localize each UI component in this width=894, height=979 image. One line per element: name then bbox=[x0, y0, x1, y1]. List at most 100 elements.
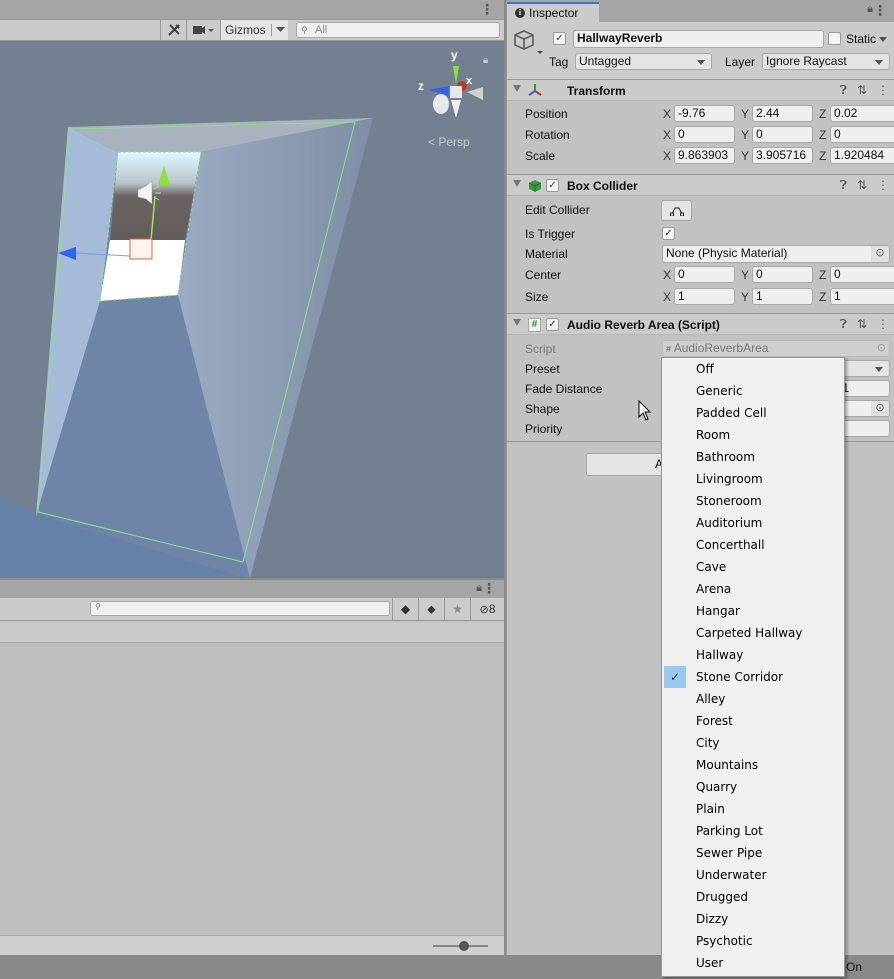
preset-option[interactable]: User bbox=[662, 952, 844, 974]
preset-option[interactable]: Plain bbox=[662, 798, 844, 820]
preset-option[interactable]: Sewer Pipe bbox=[662, 842, 844, 864]
component-menu-kebab-icon[interactable]: ⋮ bbox=[877, 83, 889, 98]
y-value-input[interactable]: 1 bbox=[752, 288, 813, 305]
gizmo-neg-y-cone[interactable] bbox=[451, 100, 461, 118]
tools-button[interactable] bbox=[160, 20, 186, 40]
y-value-input[interactable]: 0 bbox=[752, 266, 813, 283]
y-value-input[interactable]: 0 bbox=[752, 126, 813, 143]
preset-option[interactable]: Underwater bbox=[662, 864, 844, 886]
preset-option[interactable]: Concerthall bbox=[662, 534, 844, 556]
preset-option[interactable]: Mountains bbox=[662, 754, 844, 776]
gameobject-icon[interactable] bbox=[513, 28, 543, 56]
project-content-area[interactable] bbox=[0, 644, 504, 935]
hidden-packages-toggle[interactable]: ⊘ 8 bbox=[470, 598, 504, 620]
presets-icon[interactable]: ⇅ bbox=[857, 178, 867, 193]
preset-option[interactable]: Carpeted Hallway bbox=[662, 622, 844, 644]
presets-icon[interactable]: ⇅ bbox=[857, 317, 867, 332]
preset-option[interactable]: Drugged bbox=[662, 886, 844, 908]
layer-dropdown[interactable]: Ignore Raycast bbox=[762, 53, 890, 70]
preset-option[interactable]: Padded Cell bbox=[662, 402, 844, 424]
axis-x-label[interactable]: X bbox=[663, 268, 671, 282]
object-picker-icon[interactable]: ⊙ bbox=[871, 401, 889, 416]
box-collider-enabled-checkbox[interactable]: ✓ bbox=[546, 179, 559, 192]
icon-size-slider-thumb[interactable] bbox=[459, 941, 469, 951]
scene-menu-kebab-icon[interactable]: ⋮ bbox=[480, 1, 494, 18]
preset-option[interactable]: Hangar bbox=[662, 600, 844, 622]
preset-option[interactable]: Parking Lot bbox=[662, 820, 844, 842]
component-menu-kebab-icon[interactable]: ⋮ bbox=[877, 178, 889, 193]
axis-z-label[interactable]: Z bbox=[819, 107, 826, 121]
active-checkbox[interactable]: ✓ bbox=[553, 32, 566, 45]
y-value-input[interactable]: 2.44 bbox=[752, 105, 813, 122]
project-search-input[interactable]: ⚲ bbox=[90, 601, 390, 616]
preset-option[interactable]: Alley bbox=[662, 688, 844, 710]
gizmo-neg-x-cone[interactable] bbox=[467, 87, 483, 100]
preset-option[interactable]: Forest bbox=[662, 710, 844, 732]
axis-x-label[interactable]: X bbox=[663, 107, 671, 121]
preset-option[interactable]: ✓ Stone Corridor bbox=[662, 666, 844, 688]
filter-by-label-button[interactable]: ⬥ bbox=[418, 598, 444, 620]
axis-x-label[interactable]: X bbox=[663, 290, 671, 304]
project-menu-kebab-icon[interactable]: ⋮ bbox=[482, 580, 496, 597]
axis-z-label[interactable]: Z bbox=[819, 268, 826, 282]
preset-option[interactable]: Off bbox=[662, 358, 844, 380]
presets-icon[interactable]: ⇅ bbox=[857, 83, 867, 98]
preset-option[interactable]: Hallway bbox=[662, 644, 844, 666]
inspector-menu-kebab-icon[interactable]: ⋮ bbox=[873, 2, 887, 19]
edit-collider-button[interactable] bbox=[661, 200, 692, 221]
preset-option[interactable]: Psychotic bbox=[662, 930, 844, 952]
preset-option[interactable]: Bathroom bbox=[662, 446, 844, 468]
axis-z-label[interactable]: Z bbox=[819, 290, 826, 304]
projection-toggle[interactable]: < Persp bbox=[428, 135, 470, 149]
x-value-input[interactable]: 0 bbox=[674, 266, 735, 283]
preset-option[interactable]: Dizzy bbox=[662, 908, 844, 930]
axis-y-label[interactable]: Y bbox=[741, 128, 749, 142]
scene-search-input[interactable]: ⚲ All bbox=[296, 22, 500, 38]
z-value-input[interactable]: 1 bbox=[830, 288, 894, 305]
preset-option[interactable]: Room bbox=[662, 424, 844, 446]
preset-option[interactable]: Auditorium bbox=[662, 512, 844, 534]
is-trigger-checkbox[interactable]: ✓ bbox=[662, 227, 675, 240]
audio-reverb-header[interactable]: # ✓ Audio Reverb Area (Script) ❓︎ ⇅ ⋮ bbox=[507, 313, 894, 335]
tab-inspector[interactable]: i Inspector bbox=[507, 2, 599, 22]
help-icon[interactable]: ❓︎ bbox=[840, 178, 847, 193]
z-value-input[interactable]: 0 bbox=[830, 126, 894, 143]
filter-by-type-button[interactable]: ◆ bbox=[392, 598, 418, 620]
foldout-arrow-icon[interactable] bbox=[513, 180, 521, 187]
audio-reverb-enabled-checkbox[interactable]: ✓ bbox=[546, 318, 559, 331]
preset-option[interactable]: City bbox=[662, 732, 844, 754]
component-menu-kebab-icon[interactable]: ⋮ bbox=[877, 317, 889, 332]
preset-option[interactable]: Quarry bbox=[662, 776, 844, 798]
gizmo-y-cone[interactable] bbox=[453, 66, 459, 84]
object-name-input[interactable]: HallwayReverb bbox=[573, 30, 824, 48]
static-checkbox[interactable] bbox=[828, 32, 841, 45]
preset-option[interactable]: Stoneroom bbox=[662, 490, 844, 512]
preset-option[interactable]: Cave bbox=[662, 556, 844, 578]
preset-option[interactable]: Generic bbox=[662, 380, 844, 402]
preset-option[interactable]: Livingroom bbox=[662, 468, 844, 490]
axis-x-label[interactable]: X bbox=[663, 128, 671, 142]
axis-z-label[interactable]: Z bbox=[819, 128, 826, 142]
axis-y-label[interactable]: Y bbox=[741, 107, 749, 121]
gizmo-neg-z-sphere[interactable] bbox=[433, 94, 449, 114]
foldout-arrow-icon[interactable] bbox=[513, 319, 521, 326]
axis-y-label[interactable]: Y bbox=[741, 149, 749, 163]
axis-x-label[interactable]: X bbox=[663, 149, 671, 163]
x-value-input[interactable]: 0 bbox=[674, 126, 735, 143]
object-picker-icon[interactable]: ⊙ bbox=[871, 246, 889, 262]
preset-option[interactable]: Arena bbox=[662, 578, 844, 600]
help-icon[interactable]: ❓︎ bbox=[840, 83, 847, 98]
x-value-input[interactable]: 1 bbox=[674, 288, 735, 305]
z-value-input[interactable]: 1.920484 bbox=[830, 147, 894, 164]
axis-y-label[interactable]: Y bbox=[741, 290, 749, 304]
lock-icon[interactable]: 🔒︎ bbox=[483, 55, 488, 66]
camera-button[interactable] bbox=[186, 20, 220, 40]
orientation-gizmo[interactable]: y x z 🔒︎ < Persp bbox=[415, 46, 495, 156]
y-value-input[interactable]: 3.905716 bbox=[752, 147, 813, 164]
material-field[interactable]: None (Physic Material) ⊙ bbox=[662, 245, 890, 263]
gizmos-dropdown[interactable]: Gizmos bbox=[220, 20, 288, 40]
tag-dropdown[interactable]: Untagged bbox=[575, 53, 712, 70]
x-value-input[interactable]: -9.76 bbox=[674, 105, 735, 122]
gizmo-center-cube[interactable] bbox=[450, 86, 462, 98]
x-value-input[interactable]: 9.863903 bbox=[674, 147, 735, 164]
